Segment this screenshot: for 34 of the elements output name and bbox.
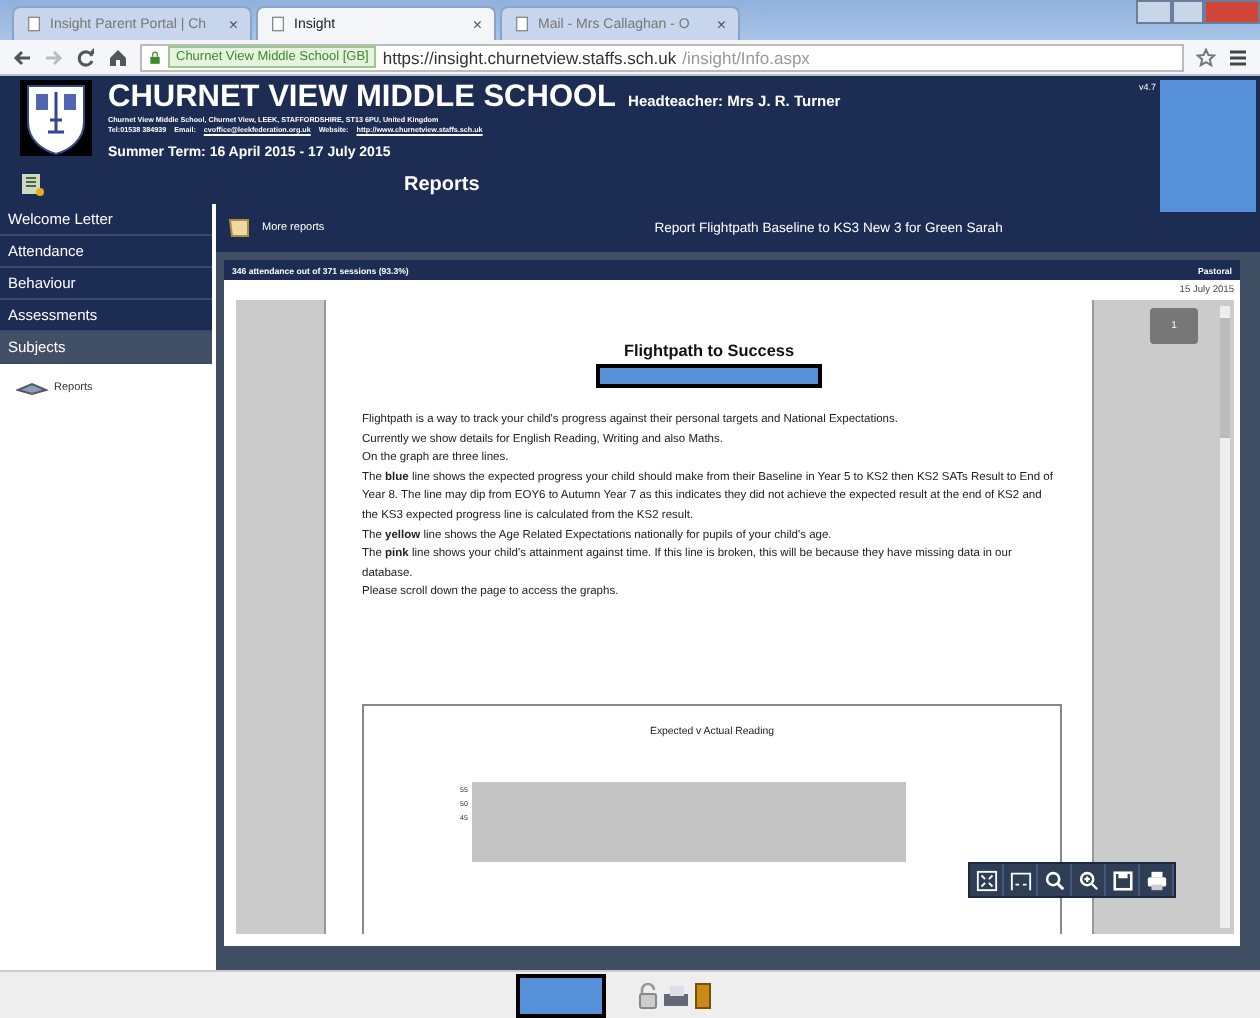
close-icon[interactable]: ×: [228, 15, 238, 33]
redaction-block: [516, 974, 606, 1018]
close-icon[interactable]: ×: [472, 15, 482, 33]
home-icon[interactable]: [108, 47, 128, 67]
back-icon[interactable]: [12, 47, 32, 67]
page-title: Reports: [404, 173, 480, 195]
minimize-button[interactable]: [1136, 0, 1172, 24]
menu-icon[interactable]: [1228, 47, 1248, 67]
url-path: /insight/Info.aspx: [682, 47, 810, 67]
redaction-block: [1160, 80, 1256, 212]
save-icon: [1111, 869, 1133, 891]
maximize-button[interactable]: [1172, 0, 1204, 24]
page-icon: [26, 16, 42, 32]
scroll-icon: [228, 216, 252, 240]
padlock-icon: [148, 49, 162, 65]
door-icon: [694, 981, 712, 1009]
school-name: CHURNET VIEW MIDDLE SCHOOL: [108, 80, 617, 116]
close-icon[interactable]: ×: [716, 15, 726, 33]
reload-icon[interactable]: [76, 47, 96, 67]
padlock-icon: [638, 981, 658, 1009]
report-list-icon: [20, 172, 44, 196]
zoom-in-icon: [1077, 869, 1099, 891]
school-crest-icon: [20, 80, 92, 156]
printer-icon: [662, 981, 690, 1009]
scrollbar[interactable]: [1220, 306, 1230, 928]
page-icon: [514, 16, 530, 32]
fit-page-icon: [975, 869, 997, 891]
star-icon[interactable]: [1196, 47, 1216, 67]
url-host: https://insight.churnetview.staffs.sch.uk: [382, 47, 677, 67]
print-icon: [1145, 869, 1167, 891]
document-title: Flightpath to Success: [621, 342, 797, 360]
fit-width-icon: [1009, 869, 1031, 891]
zoom-out-icon: [1043, 869, 1065, 891]
page-icon: [270, 16, 286, 32]
